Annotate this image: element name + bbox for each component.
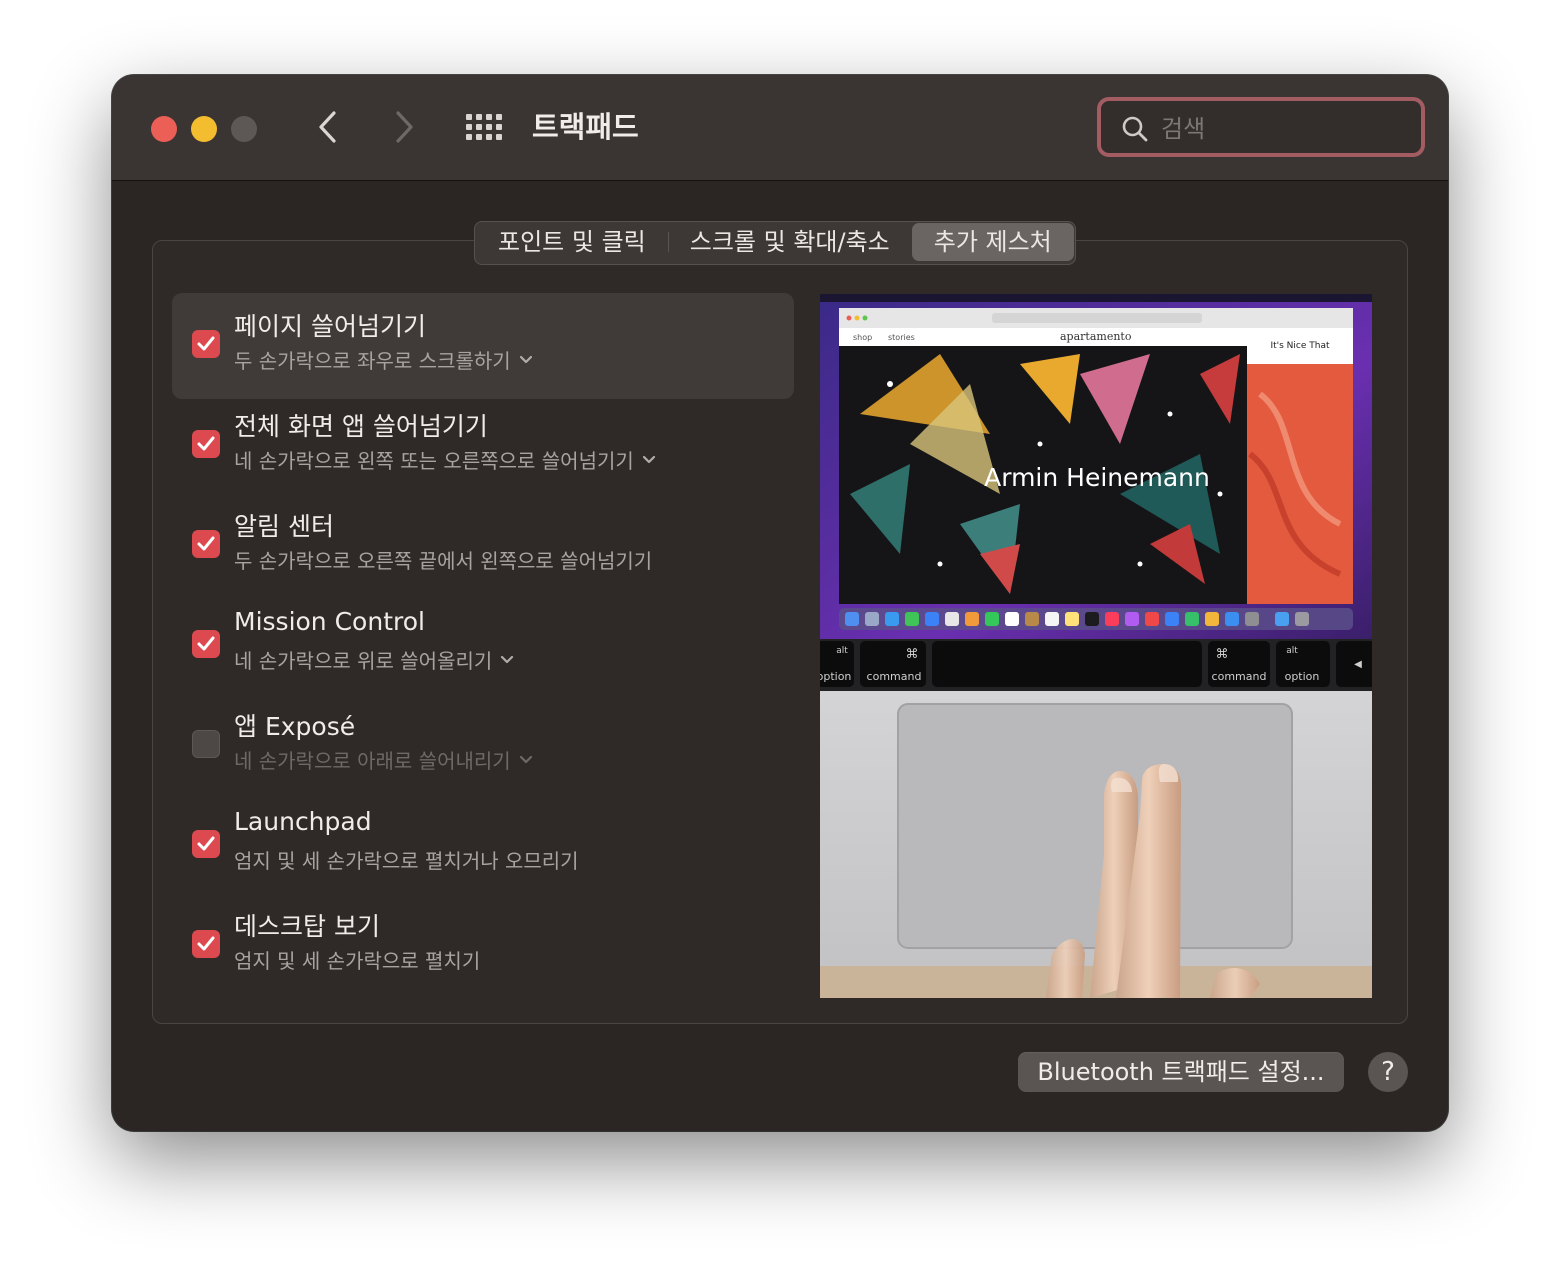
chevron-right-icon: [396, 111, 413, 143]
tab-point-and-click[interactable]: 포인트 및 클릭: [476, 223, 668, 261]
notification-center-checkbox[interactable]: [192, 530, 220, 558]
gesture-title: 전체 화면 앱 쓸어넘기기: [234, 412, 488, 441]
gesture-title: 페이지 쓸어넘기기: [234, 312, 426, 341]
launchpad-checkbox[interactable]: [192, 830, 220, 858]
mission-control-checkbox[interactable]: [192, 630, 220, 658]
gesture-option-dropdown[interactable]: 네 손가락으로 위로 쓸어올리기: [234, 645, 514, 674]
gesture-title: 데스크탑 보기: [234, 912, 380, 941]
chevron-down-icon: [519, 755, 532, 763]
tab-scroll-and-zoom[interactable]: 스크롤 및 확대/축소: [667, 223, 912, 261]
gesture-option-dropdown[interactable]: 네 손가락으로 왼쪽 또는 오른쪽으로 쓸어넘기기: [234, 445, 656, 474]
help-button[interactable]: ?: [1368, 1052, 1408, 1092]
forward-button[interactable]: [384, 107, 424, 147]
zoom-button[interactable]: [231, 116, 257, 142]
close-button[interactable]: [151, 116, 177, 142]
gesture-subtitle: 두 손가락으로 오른쪽 끝에서 왼쪽으로 쓸어넘기기: [234, 549, 653, 573]
tab-bar: 포인트 및 클릭 스크롤 및 확대/축소 추가 제스처: [474, 221, 1076, 265]
key-option-right: option: [1285, 670, 1320, 683]
chevron-left-icon: [319, 111, 336, 143]
artist-name: Armin Heinemann: [984, 463, 1210, 492]
preferences-window: 트랙패드 포인트 및 클릭 스크롤 및 확대/축소 추가 제스처 페이지 쓸어넘…: [112, 75, 1448, 1131]
search-icon: [1122, 116, 1148, 142]
gesture-mission-control[interactable]: Mission Control 네 손가락으로 위로 쓸어올리기: [172, 593, 794, 699]
key-command-left: command: [867, 670, 922, 683]
key-command-right: command: [1212, 670, 1267, 683]
swipe-pages-checkbox[interactable]: [192, 330, 220, 358]
checkmark-icon: [197, 636, 215, 651]
gesture-title: 알림 센터: [234, 512, 334, 541]
side-site-name: It's Nice That: [1270, 341, 1330, 351]
gesture-title: 앱 Exposé: [234, 712, 356, 741]
show-all-grid-icon[interactable]: [464, 111, 504, 143]
checkmark-icon: [197, 436, 215, 451]
gesture-show-desktop[interactable]: 데스크탑 보기 엄지 및 세 손가락으로 펼치기: [172, 893, 794, 999]
key-option-left: option: [820, 670, 851, 683]
gesture-list: 페이지 쓸어넘기기 두 손가락으로 좌우로 스크롤하기 전체 화면 앱 쓸어넘기…: [172, 293, 794, 993]
key-cmd-symbol-left: ⌘: [906, 647, 919, 662]
bluetooth-trackpad-setup-button[interactable]: Bluetooth 트랙패드 설정...: [1018, 1052, 1344, 1092]
search-field[interactable]: [1097, 97, 1425, 157]
gesture-subtitle: 엄지 및 세 손가락으로 펼치거나 오므리기: [234, 849, 579, 873]
key-alt-left: alt: [836, 646, 848, 656]
browser-tab-stories: stories: [888, 333, 915, 342]
swipe-fullscreen-apps-checkbox[interactable]: [192, 430, 220, 458]
key-arrow-left: ◀: [1354, 659, 1362, 670]
gesture-swipe-fullscreen-apps[interactable]: 전체 화면 앱 쓸어넘기기 네 손가락으로 왼쪽 또는 오른쪽으로 쓸어넘기기: [172, 393, 794, 499]
show-desktop-checkbox[interactable]: [192, 930, 220, 958]
gesture-subtitle: 네 손가락으로 왼쪽 또는 오른쪽으로 쓸어넘기기: [234, 449, 634, 473]
gesture-swipe-pages[interactable]: 페이지 쓸어넘기기 두 손가락으로 좌우로 스크롤하기: [172, 293, 794, 399]
title-bar: 트랙패드: [112, 75, 1448, 181]
gesture-subtitle: 엄지 및 세 손가락으로 펼치기: [234, 949, 481, 973]
gesture-subtitle: 네 손가락으로 아래로 쓸어내리기: [234, 749, 511, 773]
gesture-preview-video: shop stories apartamento Armin Heinemann…: [820, 294, 1372, 998]
gesture-option-dropdown: 네 손가락으로 아래로 쓸어내리기: [234, 745, 533, 774]
gesture-app-expose[interactable]: 앱 Exposé 네 손가락으로 아래로 쓸어내리기: [172, 693, 794, 799]
chevron-down-icon: [519, 355, 532, 363]
gesture-subtitle: 네 손가락으로 위로 쓸어올리기: [234, 649, 493, 673]
gesture-option-dropdown[interactable]: 두 손가락으로 좌우로 스크롤하기: [234, 345, 533, 374]
key-alt-right: alt: [1286, 646, 1298, 656]
gesture-title: Launchpad: [234, 807, 372, 836]
checkmark-icon: [197, 836, 215, 851]
chevron-down-icon: [642, 455, 655, 463]
checkmark-icon: [197, 536, 215, 551]
search-input[interactable]: [1159, 109, 1413, 149]
checkmark-icon: [197, 936, 215, 951]
site-name: apartamento: [1060, 330, 1132, 343]
back-button[interactable]: [308, 107, 348, 147]
gesture-subtitle: 두 손가락으로 좌우로 스크롤하기: [234, 349, 511, 373]
window-title: 트랙패드: [532, 110, 639, 144]
chevron-down-icon: [501, 655, 514, 663]
gesture-launchpad[interactable]: Launchpad 엄지 및 세 손가락으로 펼치거나 오므리기: [172, 793, 794, 899]
key-cmd-symbol-right: ⌘: [1216, 647, 1229, 662]
gesture-title: Mission Control: [234, 607, 425, 636]
browser-tab-shop: shop: [853, 333, 872, 342]
minimize-button[interactable]: [191, 116, 217, 142]
gesture-notification-center[interactable]: 알림 센터 두 손가락으로 오른쪽 끝에서 왼쪽으로 쓸어넘기기: [172, 493, 794, 599]
app-expose-checkbox[interactable]: [192, 730, 220, 758]
preview-illustration: shop stories apartamento Armin Heinemann…: [820, 294, 1372, 998]
tab-more-gestures[interactable]: 추가 제스처: [911, 223, 1074, 261]
checkmark-icon: [197, 336, 215, 351]
